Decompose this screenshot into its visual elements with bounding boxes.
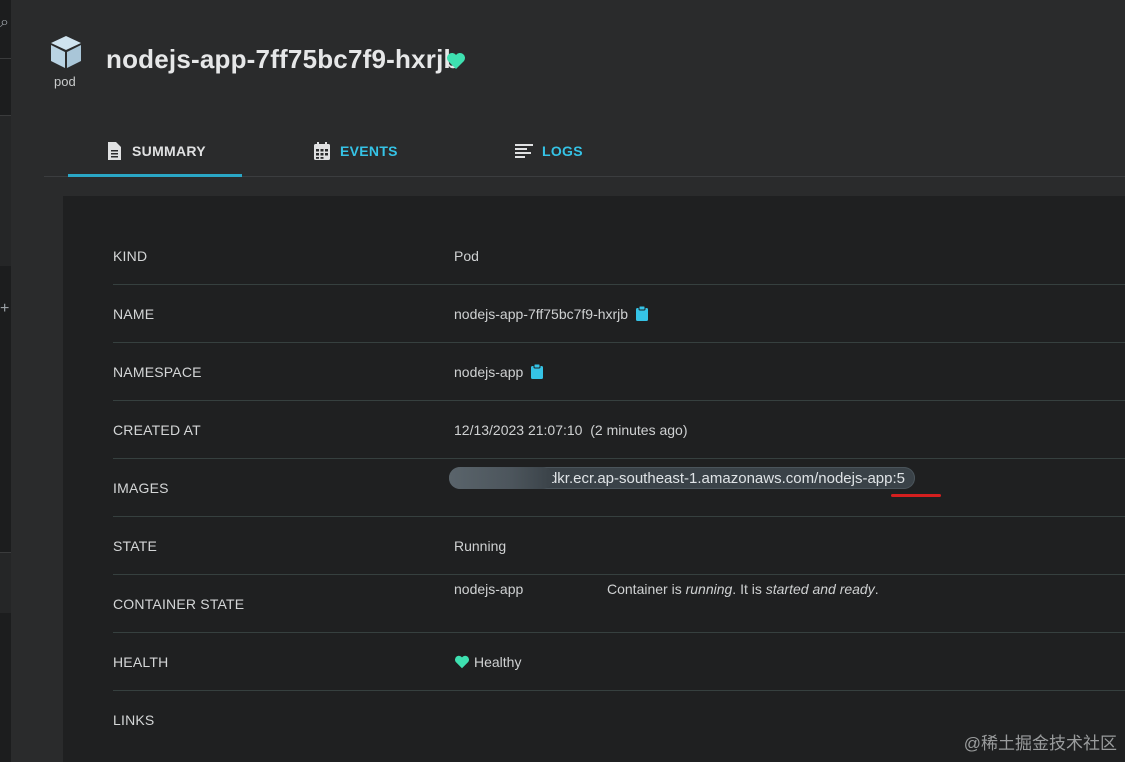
heart-icon bbox=[447, 53, 465, 69]
field-value-wrap: nodejs-app bbox=[454, 343, 544, 400]
copy-clipboard-icon[interactable] bbox=[531, 364, 544, 379]
health-value: Healthy bbox=[454, 633, 521, 690]
row-kind: KIND Pod bbox=[113, 227, 1125, 285]
field-label: HEALTH bbox=[113, 653, 169, 670]
field-label: CREATED AT bbox=[113, 421, 201, 438]
document-icon bbox=[108, 142, 122, 160]
row-state: STATE Running bbox=[113, 517, 1125, 575]
lines-icon bbox=[515, 144, 533, 158]
health-label: Healthy bbox=[474, 653, 522, 670]
cube-icon bbox=[51, 36, 81, 68]
field-label: KIND bbox=[113, 247, 148, 264]
sidebar-divider bbox=[0, 115, 11, 266]
search-icon[interactable]: ⌕ bbox=[0, 14, 9, 32]
plus-icon[interactable]: + bbox=[0, 300, 9, 318]
calendar-icon bbox=[314, 142, 330, 160]
annotation-underline bbox=[891, 494, 941, 497]
summary-panel: KIND Pod NAME nodejs-app-7ff75bc7f9-hxrj… bbox=[63, 196, 1125, 762]
field-label: IMAGES bbox=[113, 479, 169, 496]
row-namespace: NAMESPACE nodejs-app bbox=[113, 343, 1125, 401]
field-label: NAME bbox=[113, 305, 155, 322]
watermark: @稀土掘金技术社区 bbox=[963, 734, 1117, 753]
copy-clipboard-icon[interactable] bbox=[636, 306, 649, 321]
container-status-text: Container is running. It is started and … bbox=[607, 581, 879, 597]
field-label: NAMESPACE bbox=[113, 363, 202, 380]
field-value-wrap: nodejs-app-7ff75bc7f9-hxrjb bbox=[454, 285, 649, 342]
tab-bar: SUMMARY EVENTS LOGS bbox=[44, 128, 1125, 177]
tab-summary[interactable]: SUMMARY bbox=[68, 128, 242, 177]
redacted-region bbox=[449, 467, 553, 489]
heart-icon bbox=[455, 655, 469, 668]
container-name: nodejs-app bbox=[454, 581, 524, 597]
field-value: Running bbox=[454, 537, 507, 554]
row-name: NAME nodejs-app-7ff75bc7f9-hxrjb bbox=[113, 285, 1125, 343]
field-label: CONTAINER STATE bbox=[113, 595, 245, 612]
row-container-state: CONTAINER STATE nodejs-app Container is … bbox=[113, 575, 1125, 633]
field-value: 12/13/2023 21:07:10 (2 minutes ago) bbox=[454, 421, 688, 438]
row-created-at: CREATED AT 12/13/2023 21:07:10 (2 minute… bbox=[113, 401, 1125, 459]
field-value: nodejs-app-7ff75bc7f9-hxrjb bbox=[454, 305, 629, 322]
field-value: Pod bbox=[454, 247, 479, 264]
tab-events[interactable]: EVENTS bbox=[312, 128, 398, 174]
tab-logs[interactable]: LOGS bbox=[514, 128, 583, 174]
field-value: nodejs-app bbox=[454, 363, 524, 380]
tab-logs-label: LOGS bbox=[542, 143, 583, 159]
row-images: IMAGES .dkr.ecr.ap-southeast-1.amazonaws… bbox=[113, 459, 1125, 517]
sidebar-divider bbox=[0, 58, 11, 115]
resource-kind-label: pod bbox=[54, 74, 76, 89]
tab-summary-label: SUMMARY bbox=[132, 143, 206, 159]
row-health: HEALTH Healthy bbox=[113, 633, 1125, 691]
field-label: LINKS bbox=[113, 711, 155, 728]
sidebar-divider bbox=[0, 552, 11, 613]
field-label: STATE bbox=[113, 537, 158, 554]
left-sidebar-edge: ⌕ + bbox=[0, 0, 11, 762]
tab-events-label: EVENTS bbox=[340, 143, 398, 159]
page-title: nodejs-app-7ff75bc7f9-hxrjb bbox=[106, 44, 460, 74]
